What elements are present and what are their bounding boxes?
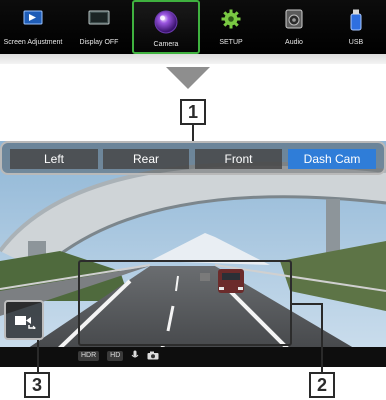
launcher-item-label: Audio (285, 39, 303, 46)
callout-3-leader (37, 340, 39, 372)
launcher-item-setup[interactable]: SETUP (200, 0, 262, 54)
screen-adjustment-icon (23, 9, 43, 29)
callout-2: 2 (309, 372, 335, 398)
display-off-icon (88, 9, 110, 29)
camera-view-switch-icon (14, 313, 36, 334)
touch-area-highlight[interactable] (78, 260, 292, 346)
launcher-item-label: Camera (153, 41, 179, 48)
audio-speaker-icon (285, 9, 303, 31)
launcher-item-audio[interactable]: Audio (262, 0, 326, 54)
callout-2-leader-v (321, 303, 323, 372)
callout-3: 3 (24, 372, 50, 398)
camera-icon (153, 9, 179, 37)
camera-snapshot-icon (147, 351, 159, 362)
tab-dash-cam[interactable]: Dash Cam (288, 149, 376, 169)
launcher-item-label: SETUP (219, 39, 243, 46)
callout-1-leader (192, 125, 194, 141)
hdr-badge: HDR (78, 351, 100, 361)
tab-rear[interactable]: Rear (103, 149, 189, 169)
launcher-item-camera[interactable]: Camera (132, 0, 200, 54)
launcher-item-label: USB (348, 39, 364, 46)
launcher-item-display-off[interactable]: Display OFF (66, 0, 132, 54)
callout-2-leader-h (292, 303, 322, 305)
launcher-item-usb[interactable]: USB (326, 0, 386, 54)
launcher-item-screen-adjustment[interactable]: Screen Adjustment (0, 0, 66, 54)
tab-front[interactable]: Front (195, 149, 282, 169)
launcher-item-label: Display OFF (79, 39, 119, 46)
camera-view-switch-button[interactable] (4, 300, 44, 340)
launcher-item-label: Screen Adjustment (3, 39, 63, 46)
setup-gear-icon (221, 9, 241, 31)
down-arrow-icon (166, 67, 210, 89)
usb-icon (350, 9, 362, 33)
callout-1: 1 (180, 99, 206, 125)
launcher-bar: Screen Adjustment Display OFF Camera SET… (0, 0, 386, 54)
status-bar: HDR HD (78, 350, 159, 362)
tab-left[interactable]: Left (10, 149, 98, 169)
hd-badge: HD (107, 351, 124, 361)
launcher-shelf (0, 54, 386, 64)
microphone-icon (131, 350, 139, 362)
